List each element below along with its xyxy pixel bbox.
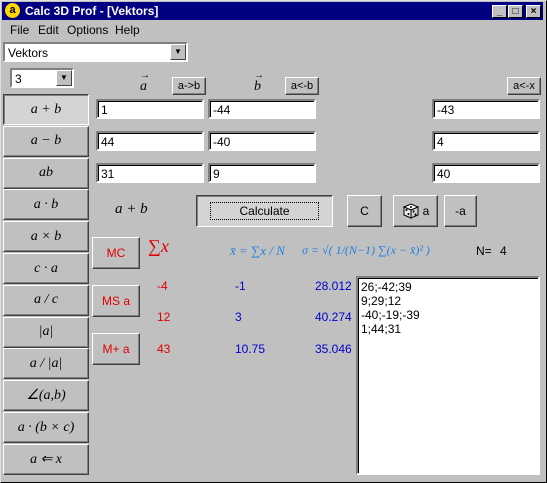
sigma-value-z: 35.046 [315,342,352,356]
sigma-value-y: 40.274 [315,310,352,324]
memory-store-button[interactable]: MS a [92,285,140,317]
random-button[interactable]: a [393,195,438,227]
window-title: Calc 3D Prof - [Vektors] [25,4,159,18]
negate-button[interactable]: -a [444,195,477,227]
chevron-down-icon[interactable]: ▼ [56,70,72,86]
memory-clear-button[interactable]: MC [92,237,140,269]
sum-value-z: 43 [157,342,171,356]
title-bar: a Calc 3D Prof - [Vektors] _ □ × [2,2,543,20]
count-label: N= [476,244,492,258]
calculate-label: Calculate [210,202,319,220]
current-operation-label: a + b [115,201,148,217]
calculate-button[interactable]: Calculate [196,195,333,227]
menu-help[interactable]: Help [115,23,140,37]
sum-value-x: -4 [157,279,168,293]
count-value: 4 [500,244,507,258]
chevron-down-icon[interactable]: ▼ [170,44,186,60]
memory-list[interactable]: 26;-42;39 9;29;12 -40;-19;-39 1;44;31 [356,276,540,475]
vector-x-z-input[interactable]: 40 [432,163,540,183]
module-select[interactable]: Vektors ▼ [3,42,188,62]
op-angle-button[interactable]: ∠(a,b) [3,380,89,412]
menu-options[interactable]: Options [67,23,108,37]
vector-b-y-input[interactable]: -40 [208,131,316,151]
memory-add-button[interactable]: M+ a [92,333,140,365]
op-unit-vector-button[interactable]: a / |a| [3,348,89,380]
app-icon: a [5,3,20,18]
maximize-button[interactable]: □ [508,5,523,18]
vector-a-header: a [140,70,150,95]
mean-value-x: -1 [235,279,246,293]
copy-x-to-a-button[interactable]: a<-x [507,77,541,95]
vector-b-z-input[interactable]: 9 [208,163,316,183]
menu-edit[interactable]: Edit [38,23,59,37]
copy-a-to-b-button[interactable]: a->b [172,77,206,95]
vector-x-x-input[interactable]: -43 [432,99,540,119]
op-dot-product-button[interactable]: a · b [3,189,89,221]
op-difference-button[interactable]: a − b [3,125,89,157]
vector-a-z-input[interactable]: 31 [96,163,204,183]
op-scalar-multiply-button[interactable]: c · a [3,253,89,284]
module-select-value: Vektors [8,46,49,60]
random-label: a [422,204,430,218]
copy-b-to-a-button[interactable]: a<-b [285,77,319,95]
sigma-value-x: 28.012 [315,279,352,293]
vector-b-x-input[interactable]: -44 [208,99,316,119]
op-scalar-divide-button[interactable]: a / c [3,284,89,316]
dice-icon [402,203,419,219]
sigma-formula: σ = √( 1/(N−1) ∑(x − x̄)² ) [302,243,430,257]
menu-file[interactable]: File [10,23,29,37]
menu-bar: File Edit Options Help [2,21,543,39]
vector-b-header: b [254,70,264,95]
sum-value-y: 12 [157,310,171,324]
clear-button[interactable]: C [347,195,382,227]
dimension-select[interactable]: 3 ▼ [10,68,74,88]
mean-formula: x̄ = ∑x / N [230,243,285,258]
mean-value-z: 10.75 [235,342,266,356]
minimize-button[interactable]: _ [492,5,507,18]
dimension-select-value: 3 [15,72,22,86]
vector-a-y-input[interactable]: 44 [96,131,204,151]
op-cross-product-button[interactable]: a × b [3,221,89,253]
sum-formula: ∑x [148,236,169,256]
close-button[interactable]: × [526,5,541,18]
op-dyadic-product-button[interactable]: ab [3,157,89,189]
vector-a-x-input[interactable]: 1 [96,99,204,119]
op-magnitude-button[interactable]: |a| [3,316,89,348]
op-assign-x-button[interactable]: a ⇐ x [3,443,89,475]
op-triple-product-button[interactable]: a · (b × c) [3,412,89,443]
mean-value-y: 3 [235,310,242,324]
vector-x-y-input[interactable]: 4 [432,131,540,151]
op-sum-button[interactable]: a + b [3,94,89,125]
